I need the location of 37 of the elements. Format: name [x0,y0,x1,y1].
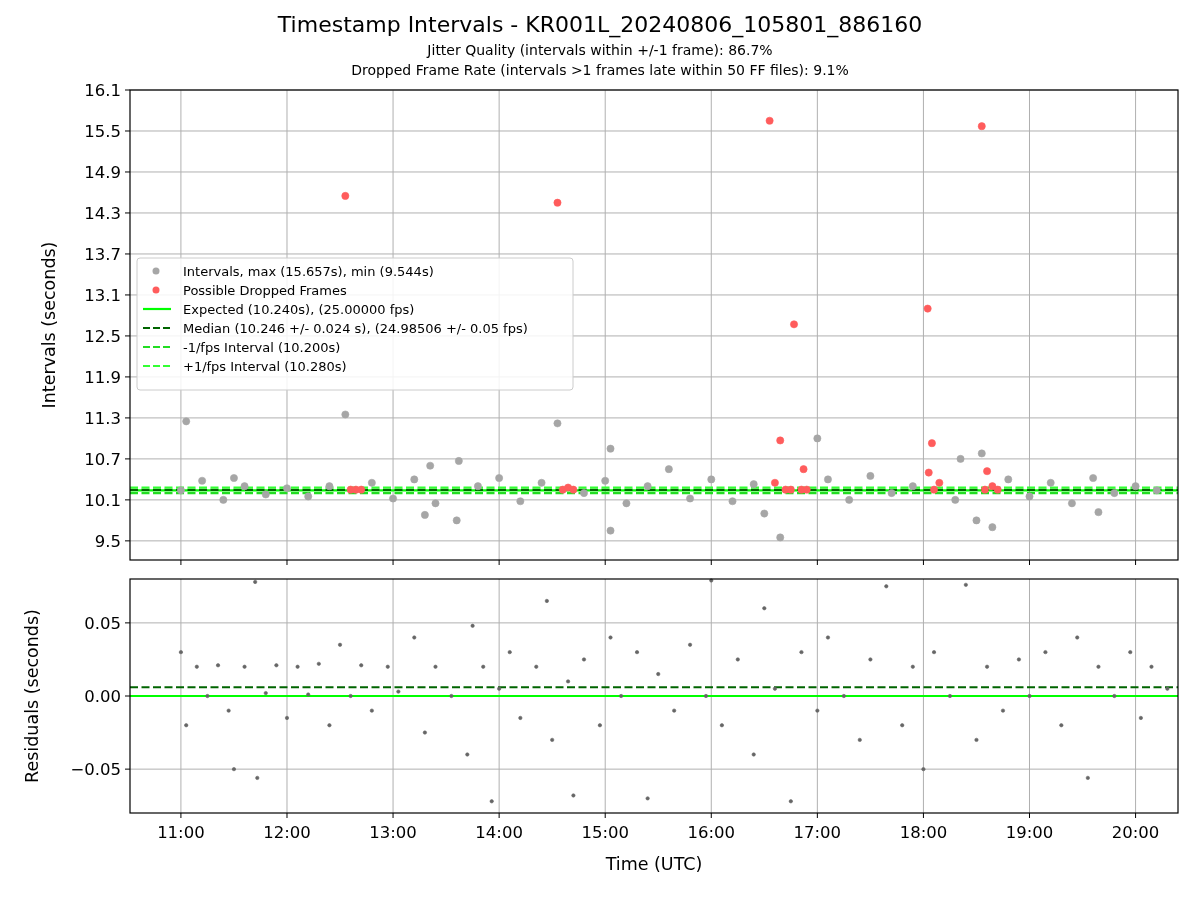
tick-label: 14.3 [84,203,121,223]
tick-label: 16.1 [84,81,121,100]
chart-subtitle: Jitter Quality (intervals within +/-1 frame): 86.7% [427,41,773,60]
tick-label: 13.7 [84,244,121,264]
tick-label: 10.7 [84,449,121,469]
axis-label: Residuals (seconds) [22,609,42,783]
legend-label: -1/fps Interval (10.200s) [183,339,341,355]
tick-label: 13.1 [84,285,121,305]
legend-label: Median (10.246 +/- 0.024 s), (24.98506 +/- 0.05 fps) [183,320,528,336]
axis-label: Time (UTC) [605,854,703,874]
tick-label: 13:00 [369,823,417,842]
tick-label: 18:00 [899,823,948,842]
tick-label: 15:00 [581,823,629,842]
tick-label: 17:00 [793,823,842,842]
tick-label: 20:00 [1111,823,1160,842]
tick-label: 11:00 [157,823,205,842]
tick-label: 16:00 [687,823,736,842]
legend-label: Possible Dropped Frames [183,282,347,298]
legend-label: Expected (10.240s), (25.00000 fps) [183,301,415,317]
legend-label: Intervals, max (15.657s), min (9.544s) [183,263,434,279]
tick-label: 0.05 [84,613,121,633]
axis-label: Intervals (seconds) [39,241,59,409]
chart-title: Timestamp Intervals - KR001L_20240806_105801_886160 [277,11,923,40]
tick-label: 19:00 [1005,823,1054,842]
tick-label: 11.9 [84,367,121,387]
tick-label: 15.5 [84,122,121,141]
tick-label: 12:00 [263,823,311,842]
tick-label: 11.3 [84,408,121,428]
tick-label: 14:00 [475,823,523,842]
tick-label: 14.9 [84,163,121,182]
tick-label: 12.5 [84,326,121,346]
tick-label: 0.00 [84,687,121,706]
tick-label: 9.5 [94,531,121,551]
tick-label: 10.1 [84,490,121,510]
legend-label: +1/fps Interval (10.280s) [183,358,347,374]
chart-subtitle: Dropped Frame Rate (intervals >1 frames late within 50 FF files): 9.1% [351,61,849,80]
tick-label: −0.05 [70,760,121,780]
